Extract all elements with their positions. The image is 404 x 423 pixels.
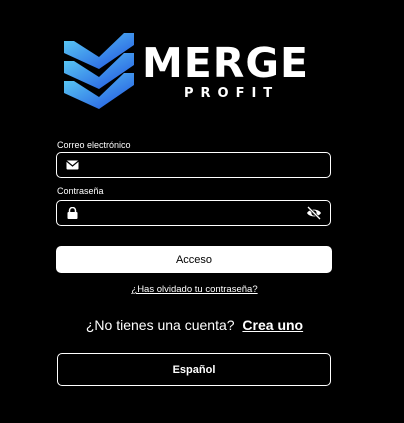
- lock-icon: [67, 207, 78, 219]
- password-field[interactable]: [56, 200, 331, 226]
- password-input[interactable]: [83, 201, 300, 225]
- create-account-link[interactable]: Crea uno: [242, 317, 303, 333]
- brand-name: MERGE: [142, 39, 310, 87]
- signup-prompt: ¿No tienes una cuenta?: [85, 317, 235, 333]
- eye-slash-icon[interactable]: [306, 206, 322, 220]
- language-button[interactable]: Español: [57, 353, 331, 386]
- login-button[interactable]: Acceso: [56, 246, 332, 273]
- email-field[interactable]: [56, 152, 331, 178]
- forgot-password-link[interactable]: ¿Has olvidado tu contraseña?: [0, 284, 389, 295]
- password-label: Contraseña: [57, 186, 104, 196]
- email-label: Correo electrónico: [57, 140, 131, 150]
- brand-logo: MERGE PROFIT: [64, 31, 324, 115]
- envelope-icon: [66, 160, 79, 170]
- signup-row: ¿No tienes una cuenta? Crea uno: [0, 318, 389, 332]
- brand-tagline: PROFIT: [184, 86, 280, 101]
- email-input[interactable]: [83, 153, 300, 177]
- chevron-logo-icon: [64, 33, 134, 109]
